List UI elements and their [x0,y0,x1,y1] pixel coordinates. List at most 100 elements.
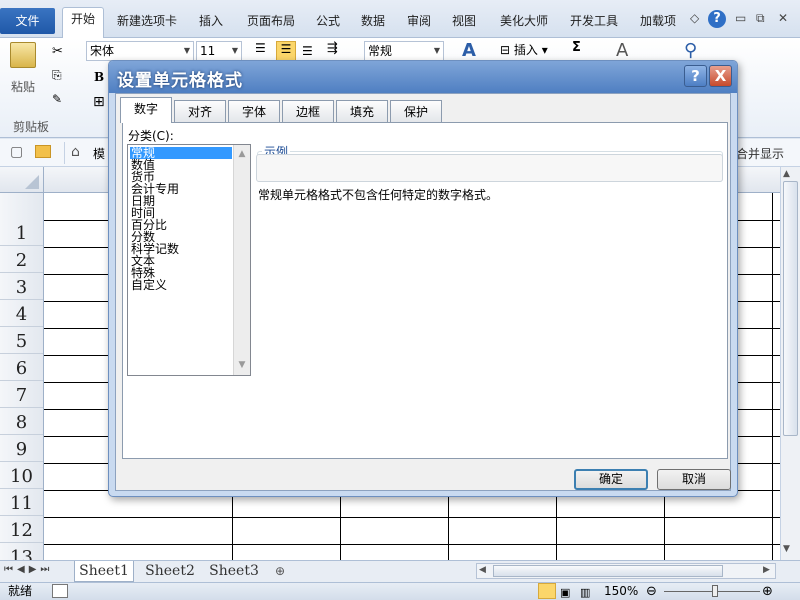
paste-label[interactable]: 粘贴 [11,78,35,95]
minimize-ribbon-icon[interactable]: ◇ [690,11,699,25]
row-header[interactable]: 2 [0,246,43,273]
tab-protection[interactable]: 保护 [390,100,442,122]
row-header[interactable]: 3 [0,273,43,300]
tab-page-layout[interactable]: 页面布局 [240,10,302,32]
find-select-icon[interactable]: ⚲ [684,40,697,61]
zoom-out-icon[interactable]: ⊖ [646,583,657,600]
wrap-text-icon[interactable]: ⇶ [327,41,338,56]
ribbon-tab-bar: 文件 开始 新建选项卡 插入 页面布局 公式 数据 审阅 视图 美化大师 开发工… [0,0,800,38]
font-size-combo[interactable]: 11 ▼ [196,41,242,61]
tab-addins[interactable]: 加载项 [634,10,682,32]
copy-icon[interactable]: ⎘ [52,68,62,83]
align-bottom-icon[interactable]: ☰ [302,44,313,58]
borders-icon[interactable]: ⊞ [93,94,105,110]
template-tab[interactable]: ⌂ 模 [64,142,110,164]
category-scrollbar[interactable]: ▲ ▼ [233,145,250,375]
row-header[interactable]: 8 [0,408,43,435]
tab-fill[interactable]: 填充 [336,100,388,122]
font-name-combo[interactable]: 宋体 ▼ [86,41,194,61]
horizontal-scrollbar[interactable]: ◀ ▶ [476,563,776,579]
bold-button[interactable]: B [94,70,104,84]
ok-button[interactable]: 确定 [574,469,648,490]
tab-developer[interactable]: 开发工具 [563,10,625,32]
tab-beautify[interactable]: 美化大师 [493,10,555,32]
dialog-title: 设置单元格格式 [117,71,243,91]
tab-formulas[interactable]: 公式 [310,10,346,32]
merge-display-label[interactable]: 合并显示 [736,145,784,162]
dialog-close-button[interactable]: X [709,65,732,87]
styles-icon[interactable]: A [462,40,476,61]
category-item[interactable]: 自定义 [130,279,232,291]
cut-icon[interactable]: ✂ [52,44,63,59]
row-header[interactable]: 6 [0,354,43,381]
select-all-corner[interactable] [0,167,44,193]
row-header[interactable]: 1 [0,219,43,246]
insert-cells-button[interactable]: ⊟ 插入 ▾ [500,41,548,58]
sort-filter-icon[interactable]: A [616,40,628,61]
format-painter-icon[interactable]: ✎ [52,92,62,106]
scroll-thumb[interactable] [783,181,798,436]
restore-window-icon[interactable]: ⧉ [756,11,765,26]
tab-data[interactable]: 数据 [355,10,391,32]
tab-home[interactable]: 开始 [62,7,104,38]
row-header[interactable]: 13 [0,543,43,560]
row-header[interactable]: 7 [0,381,43,408]
document-icon[interactable]: ▢ [10,144,23,160]
sheet-nav-icons[interactable]: ⏮◀▶⏭ [4,564,53,575]
tab-insert[interactable]: 插入 [192,10,230,32]
vertical-scrollbar[interactable]: ▲ ▼ [780,167,800,560]
row-header[interactable]: 9 [0,435,43,462]
sheet-tab[interactable]: Sheet1 [74,561,134,582]
tab-new[interactable]: 新建选项卡 [110,10,184,32]
gridline [772,193,773,560]
scroll-left-icon[interactable]: ◀ [479,565,486,575]
insert-sheet-icon[interactable]: ⊕ [275,564,285,578]
scroll-down-icon[interactable]: ▼ [783,544,790,554]
row-header[interactable]: 4 [0,300,43,327]
home-icon: ⌂ [71,144,80,160]
gridline [44,517,780,518]
normal-view-icon[interactable] [538,583,556,599]
tab-font[interactable]: 字体 [228,100,280,122]
category-label: 分类(C): [128,129,174,143]
status-ready: 就绪 [8,584,33,598]
scroll-right-icon[interactable]: ▶ [763,565,770,575]
autosum-button[interactable]: Σ [572,40,581,55]
close-window-icon[interactable]: ✕ [778,11,788,25]
page-break-view-icon[interactable]: ▥ [580,584,590,600]
align-top-icon[interactable]: ☰ [255,41,273,59]
insert-cells-icon: ⊟ [500,43,514,57]
help-icon[interactable]: ? [708,10,726,28]
row-header[interactable]: 5 [0,327,43,354]
row-header[interactable]: 10 [0,462,43,489]
paste-icon[interactable] [10,42,36,68]
number-format-combo[interactable]: 常规 ▼ [364,41,444,61]
sheet-tab[interactable]: Sheet3 [206,561,262,582]
row-header[interactable]: 11 [0,489,43,516]
tab-border[interactable]: 边框 [282,100,334,122]
page-layout-view-icon[interactable]: ▣ [560,584,570,600]
zoom-in-icon[interactable]: ⊕ [762,583,773,600]
sheet-tab[interactable]: Sheet2 [142,561,198,582]
tab-review[interactable]: 审阅 [401,10,437,32]
tab-number[interactable]: 数字 [120,97,172,123]
sample-preview [256,154,723,182]
dialog-help-button[interactable]: ? [684,65,707,87]
zoom-slider-handle[interactable] [712,585,718,597]
category-list[interactable]: 常规 数值 货币 会计专用 日期 时间 百分比 分数 科学记数 文本 特殊 自定… [127,144,251,376]
minimize-window-icon[interactable]: ▭ [735,11,746,25]
hscroll-thumb[interactable] [493,565,723,577]
gridline [44,544,780,545]
tab-file[interactable]: 文件 [0,8,55,34]
scroll-up-icon[interactable]: ▲ [234,146,250,162]
cancel-button[interactable]: 取消 [657,469,731,490]
zoom-level[interactable]: 150% [604,583,638,600]
folder-icon[interactable] [35,145,51,158]
tab-alignment[interactable]: 对齐 [174,100,226,122]
align-middle-icon[interactable]: ☰ [276,41,296,61]
scroll-up-icon[interactable]: ▲ [783,169,790,179]
tab-view[interactable]: 视图 [446,10,482,32]
macro-record-icon[interactable] [52,584,68,598]
row-header[interactable]: 12 [0,516,43,543]
scroll-down-icon[interactable]: ▼ [234,357,250,373]
